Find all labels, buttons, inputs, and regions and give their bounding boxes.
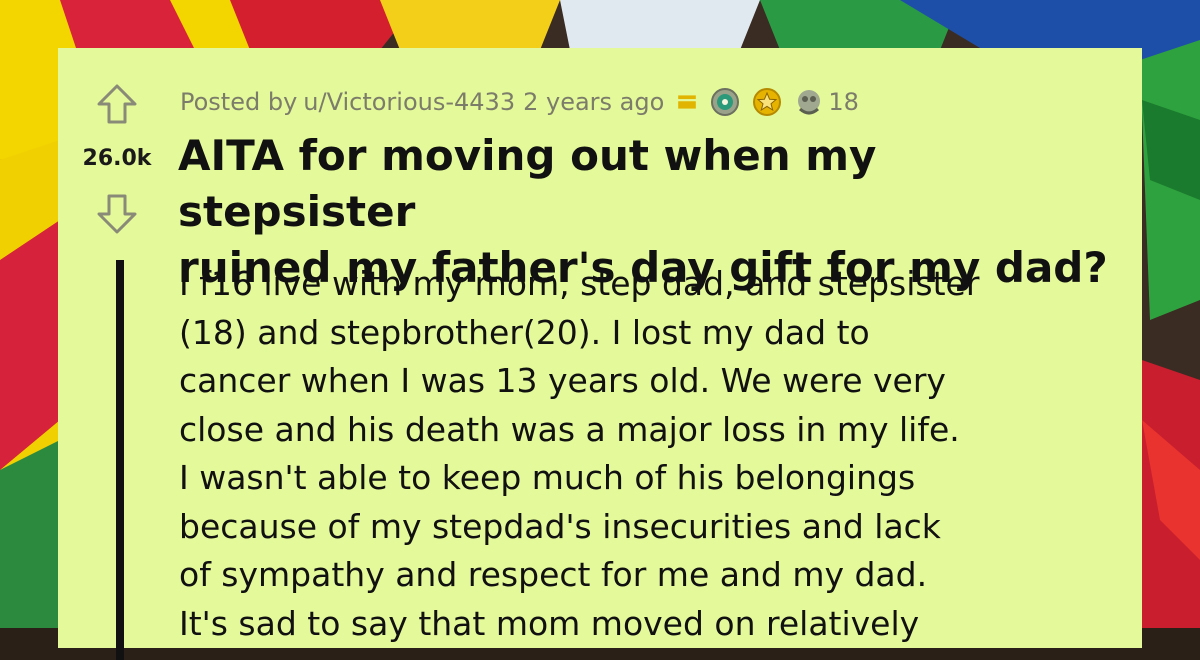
thread-line xyxy=(116,260,124,660)
post-body: I f16 live with my mom, step dad, and st… xyxy=(179,260,1109,648)
body-line: (18) and stepbrother(20). I lost my dad … xyxy=(179,312,870,352)
title-line: AITA for moving out when my stepsister xyxy=(178,131,877,236)
body-line: because of my stepdad's insecurities and… xyxy=(179,506,941,546)
post-meta: Posted by u/Victorious-4433 2 years ago … xyxy=(180,86,859,118)
moderator-badge-icon xyxy=(678,95,697,109)
wholesome-award-icon[interactable] xyxy=(710,87,740,117)
body-line: close and his death was a major loss in … xyxy=(179,409,960,449)
upvote-arrow-icon[interactable] xyxy=(95,82,139,126)
reddit-post-card: 26.0k Posted by u/Victorious-4433 2 year… xyxy=(58,48,1142,660)
vote-column: 26.0k xyxy=(58,48,176,660)
downvote-arrow-icon[interactable] xyxy=(95,192,139,236)
author-username[interactable]: u/Victorious-4433 xyxy=(303,88,515,116)
body-line: I f16 live with my mom, step dad, and st… xyxy=(179,264,980,303)
gold-star-award-icon[interactable] xyxy=(752,87,782,117)
hugz-award-icon[interactable] xyxy=(794,87,824,117)
body-line: of sympathy and respect for me and my da… xyxy=(179,555,928,594)
posted-by-label: Posted by xyxy=(180,88,298,116)
post-age: 2 years ago xyxy=(523,88,665,116)
award-count: 18 xyxy=(828,88,859,116)
body-line: I wasn't able to keep much of his belong… xyxy=(179,458,916,497)
vote-score: 26.0k xyxy=(82,146,152,171)
body-line: cancer when I was 13 years old. We were … xyxy=(179,361,946,400)
body-line: It's sad to say that mom moved on relati… xyxy=(179,603,920,643)
